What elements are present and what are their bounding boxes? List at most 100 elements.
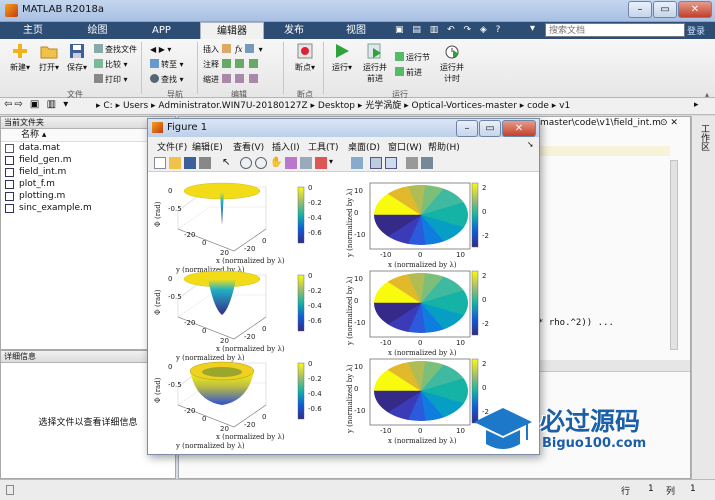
insert-button[interactable]: 插入 fx ▾ — [203, 44, 263, 56]
search-input[interactable] — [545, 23, 685, 37]
zoom-out-icon[interactable] — [255, 157, 267, 169]
brush-dropdown-icon[interactable]: ▾ — [329, 157, 341, 169]
x-axis-label: x (normalized by λ) — [388, 437, 457, 445]
path-segment[interactable]: C: — [103, 101, 112, 111]
advance-button[interactable]: 前进 — [395, 67, 422, 79]
colorbar-tick-label: -0.4 — [308, 214, 322, 222]
brush-icon[interactable] — [315, 157, 327, 169]
run-time-button[interactable]: 运行并 计时 — [435, 42, 469, 84]
colorbar-tick-label: 0 — [482, 384, 486, 392]
path-segment[interactable]: code — [527, 101, 549, 111]
goto-button[interactable]: 转至 ▾ — [150, 59, 184, 71]
current-path[interactable]: ▸ C: ▸ Users ▸ Administrator.WIN7U-20180… — [96, 99, 570, 113]
open-file-icon[interactable] — [169, 157, 181, 169]
menu-edit[interactable]: 编辑(E) — [192, 140, 223, 153]
nav-arrows[interactable]: ◀ ▶ ▾ — [150, 44, 171, 56]
menu-dock-arrow[interactable]: ➘ — [527, 140, 534, 149]
rotate-icon[interactable] — [285, 157, 297, 169]
hide-tools-icon[interactable] — [406, 157, 418, 169]
colorbar-tick-label: 0 — [308, 272, 312, 280]
quick-access-toolbar[interactable]: ▣ ▤ ▥ ↶ ↷ ◈ ? — [395, 25, 503, 35]
print-button[interactable]: 打印 ▾ — [94, 74, 128, 86]
y-tick-label: 20 — [220, 249, 229, 257]
find-files-button[interactable]: 查找文件 — [94, 44, 137, 56]
save-button[interactable]: 保存▾ — [62, 42, 92, 73]
close-button[interactable]: ✕ — [678, 1, 712, 18]
x-axis-label: x (normalized by λ) — [216, 257, 285, 265]
zoom-in-icon[interactable] — [240, 157, 252, 169]
open-label: 打开 — [38, 63, 55, 72]
path-segment[interactable]: Administrator.WIN7U-20180127Z — [158, 101, 307, 111]
data-cursor-icon[interactable] — [300, 157, 312, 169]
breakpoints-button[interactable]: 断点▾ — [290, 42, 320, 73]
y-tick-label: -20 — [184, 407, 195, 415]
login-link[interactable]: 登录 — [687, 24, 705, 37]
surface-funnel — [208, 279, 236, 315]
indent-button[interactable]: 缩进 — [203, 74, 260, 86]
comment-button[interactable]: 注释 — [203, 59, 260, 71]
run-section-button[interactable]: 运行节 — [395, 52, 430, 64]
tab-apps[interactable]: APP — [134, 22, 189, 39]
y-tick-label: 0 — [202, 327, 206, 335]
play-icon — [336, 44, 349, 58]
watermark: 必过源码 Biguo100.com — [472, 398, 702, 468]
menu-window[interactable]: 窗口(W) — [388, 140, 422, 153]
maximize-button[interactable]: ▭ — [653, 1, 677, 18]
menu-file[interactable]: 文件(F) — [157, 140, 187, 153]
new-figure-icon[interactable] — [154, 157, 166, 169]
run-advance-button[interactable]: 运行并 前进 — [358, 42, 392, 84]
wrap-comment-icon — [248, 59, 258, 68]
find-button[interactable]: 查找 ▾ — [150, 74, 184, 86]
menu-tools[interactable]: 工具(T) — [308, 140, 339, 153]
tab-home[interactable]: 主页 — [8, 22, 58, 39]
minimize-button[interactable]: – — [628, 1, 652, 18]
figure-minimize-button[interactable]: – — [456, 120, 478, 137]
run-button[interactable]: 运行▾ — [327, 42, 357, 73]
tab-plots[interactable]: 绘图 — [70, 22, 125, 39]
colorbar-toggle-icon[interactable] — [370, 157, 382, 169]
path-segment[interactable]: Users — [123, 101, 148, 111]
path-separator: ▸ — [516, 101, 528, 111]
code-line[interactable]: * rho.^2)) ... — [538, 318, 614, 328]
link-plot-icon[interactable] — [351, 157, 363, 169]
nav-buttons[interactable]: ⇦⇨ ▣ ▥ ▾ — [4, 99, 70, 110]
save-figure-icon[interactable] — [184, 157, 196, 169]
x-tick-label: 0 — [262, 325, 266, 333]
open-button[interactable]: 打开▾ — [34, 42, 64, 73]
browse-folder-icon[interactable]: ▸ — [694, 100, 699, 110]
menu-insert[interactable]: 插入(I) — [272, 140, 300, 153]
editor-scrollbar[interactable] — [670, 160, 678, 350]
watermark-en: Biguo100.com — [542, 436, 647, 451]
new-button[interactable]: 新建▾ — [5, 42, 35, 73]
pan-icon[interactable]: ✋ — [270, 157, 282, 169]
colorbar-tick-label: -2 — [482, 320, 489, 328]
matlab-logo-icon — [5, 4, 18, 17]
colorbar-tick-label: 2 — [482, 360, 486, 368]
path-segment[interactable]: v1 — [559, 101, 570, 111]
menu-view[interactable]: 查看(V) — [233, 140, 264, 153]
tab-view[interactable]: 视图 — [330, 22, 382, 39]
colorbar-tick-label: 0 — [482, 296, 486, 304]
y-tick-label: 10 — [354, 363, 363, 371]
compare-button[interactable]: 比较 ▾ — [94, 59, 128, 71]
tab-editor[interactable]: 编辑器 — [200, 22, 264, 39]
y-axis-label: y (normalized by λ) — [346, 276, 354, 346]
menu-desktop[interactable]: 桌面(D) — [348, 140, 380, 153]
menu-help[interactable]: 帮助(H) — [428, 140, 460, 153]
x-tick-label: 10 — [456, 251, 465, 259]
print-figure-icon[interactable] — [199, 157, 211, 169]
legend-toggle-icon[interactable] — [385, 157, 397, 169]
editor-panel-controls[interactable]: ⊙ ✕ — [660, 118, 678, 128]
save-label: 保存 — [66, 63, 83, 72]
tab-publish[interactable]: 发布 — [268, 22, 320, 39]
figure-maximize-button[interactable]: ▭ — [479, 120, 501, 137]
path-segment[interactable]: 光学涡旋 — [365, 101, 401, 111]
figure-close-button[interactable]: ✕ — [502, 120, 536, 137]
surface-plot — [177, 182, 305, 252]
dock-figure-icon[interactable] — [421, 157, 433, 169]
run-section-icon — [395, 52, 404, 61]
path-segment[interactable]: Desktop — [318, 101, 355, 111]
quick-access-dropdown[interactable]: ▾ — [530, 23, 535, 34]
path-segment[interactable]: Optical-Vortices-master — [412, 101, 517, 111]
pointer-icon[interactable]: ↖ — [222, 157, 234, 169]
